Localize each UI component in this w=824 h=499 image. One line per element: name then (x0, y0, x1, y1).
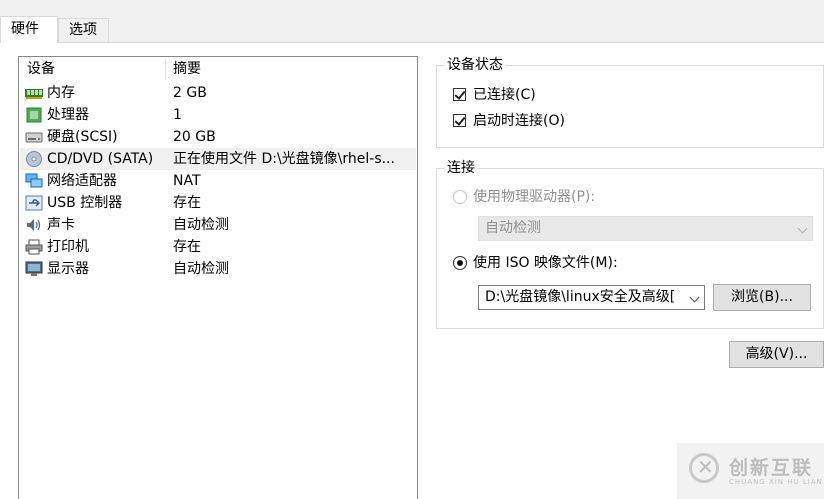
cd-dvd-icon (26, 151, 42, 167)
device-name: 显示器 (47, 261, 89, 277)
device-summary: 自动检测 (173, 261, 229, 277)
connect-at-power-on-checkbox[interactable] (453, 114, 466, 127)
device-summary: 正在使用文件 D:\光盘镜像\rhel-s... (173, 151, 395, 167)
tab-options[interactable]: 选项 (58, 18, 109, 42)
device-name: 网络适配器 (47, 173, 117, 189)
device-row-usb-controller[interactable]: USB 控制器 存在 (20, 192, 416, 214)
display-icon (25, 261, 43, 276)
device-name: CD/DVD (SATA) (47, 151, 154, 167)
connected-label[interactable]: 已连接(C) (473, 85, 536, 105)
connected-checkbox[interactable] (453, 88, 466, 101)
connect-at-power-on-label[interactable]: 启动时连接(O) (473, 111, 565, 131)
column-header-device[interactable]: 设备 (27, 57, 55, 82)
physical-drive-select[interactable]: 自动检测 (478, 216, 813, 241)
device-summary: 自动检测 (173, 217, 229, 233)
device-name: USB 控制器 (47, 195, 123, 211)
physical-drive-select-value: 自动检测 (485, 220, 541, 236)
iso-path-combo[interactable]: D:\光盘镜像\linux安全及高级[ (478, 285, 705, 310)
printer-icon (25, 239, 43, 255)
watermark-text: 创新互联 (729, 457, 814, 479)
device-list-header: 设备 摘要 (19, 57, 417, 82)
device-summary: 20 GB (173, 129, 216, 145)
device-status-group: 设备状态 已连接(C) 启动时连接(O) (436, 56, 824, 148)
tab-bar: 硬件 选项 (0, 0, 824, 43)
usb-icon (25, 195, 43, 211)
iso-path-value[interactable]: D:\光盘镜像\linux安全及高级[ (485, 286, 682, 309)
sound-card-icon (27, 219, 41, 231)
device-name: 打印机 (47, 239, 89, 255)
device-row-cd-dvd[interactable]: CD/DVD (SATA) 正在使用文件 D:\光盘镜像\rhel-s... (20, 148, 416, 170)
physical-drive-radio[interactable] (453, 190, 467, 204)
connection-title: 连接 (445, 159, 477, 177)
tab-hardware[interactable]: 硬件 (0, 16, 58, 43)
device-summary: 存在 (173, 195, 201, 211)
watermark-x-icon: ✕ (697, 455, 714, 479)
device-row-sound-card[interactable]: 声卡 自动检测 (20, 214, 416, 236)
watermark-subtext: CHUANG XIN HU LIAN (729, 478, 823, 486)
advanced-button[interactable]: 高级(V)... (729, 341, 824, 368)
chevron-down-icon[interactable] (689, 292, 700, 303)
device-name: 硬盘(SCSI) (47, 129, 118, 145)
device-row-printer[interactable]: 打印机 存在 (20, 236, 416, 258)
device-row-display[interactable]: 显示器 自动检测 (20, 258, 416, 280)
iso-image-radio[interactable] (453, 256, 467, 270)
device-summary: 2 GB (173, 85, 207, 101)
browse-button[interactable]: 浏览(B)... (713, 284, 811, 311)
physical-drive-label[interactable]: 使用物理驱动器(P): (473, 187, 595, 207)
hard-disk-icon (25, 132, 43, 143)
watermark-logo: ✕ 创新互联 CHUANG XIN HU LIAN (677, 443, 824, 499)
connection-group: 连接 使用物理驱动器(P): 自动检测 使用 ISO 映像文件(M): D:\光… (436, 159, 824, 329)
column-separator[interactable] (165, 59, 166, 80)
memory-icon (25, 89, 43, 99)
device-status-title: 设备状态 (445, 56, 505, 74)
device-row-processor[interactable]: 处理器 1 (20, 104, 416, 126)
chevron-down-icon (797, 223, 808, 234)
device-name: 声卡 (47, 217, 75, 233)
device-summary: NAT (173, 173, 201, 189)
iso-image-label[interactable]: 使用 ISO 映像文件(M): (473, 253, 618, 273)
device-row-hard-disk[interactable]: 硬盘(SCSI) 20 GB (20, 126, 416, 148)
device-summary: 存在 (173, 239, 201, 255)
device-row-memory[interactable]: 内存 2 GB (20, 82, 416, 104)
device-summary: 1 (173, 107, 182, 123)
processor-icon (26, 107, 42, 123)
network-adapter-icon (25, 173, 43, 188)
device-name: 处理器 (47, 107, 89, 123)
column-header-summary[interactable]: 摘要 (173, 57, 201, 82)
device-row-network-adapter[interactable]: 网络适配器 NAT (20, 170, 416, 192)
device-name: 内存 (47, 85, 75, 101)
device-list[interactable]: 设备 摘要 内存 2 GB 处理器 1 硬盘(SCSI) 20 GB CD/DV… (18, 56, 418, 499)
